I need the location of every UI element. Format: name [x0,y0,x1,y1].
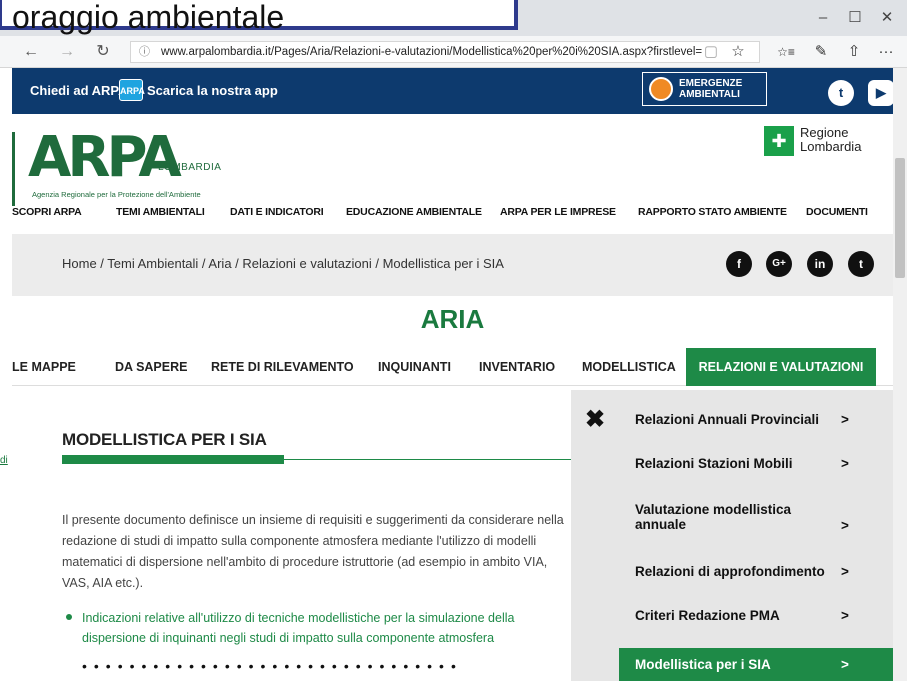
forward-icon[interactable]: → [56,40,78,64]
logo-text: ARPA [28,125,182,190]
logo-region: LOMBARDIA [158,162,222,173]
overlay-caption: oraggio ambientale [0,0,518,34]
nav-documenti[interactable]: DOCUMENTI [806,206,868,218]
section-subnav: LE MAPPE DA SAPERE RETE DI RILEVAMENTO I… [12,348,893,386]
page-title: ARIA [420,304,485,334]
pen-icon[interactable]: ✎ [810,40,832,64]
bullet-icon [66,614,72,620]
document-link[interactable]: Indicazioni relative all'utilizzo di tec… [62,608,574,648]
more-icon[interactable]: ··· [875,40,897,64]
site-info-icon[interactable]: ⓘ [139,42,150,62]
facebook-icon[interactable]: f [726,251,752,277]
regione-icon: ✚ [764,126,794,156]
nav-scopri-arpa[interactable]: SCOPRI ARPA [12,206,82,218]
favorites-hub-icon[interactable]: ☆≡ [775,40,797,64]
close-window-button[interactable]: ✕ [872,6,902,30]
dotted-separator: •••••••••••••••••••••••••••••••• [82,658,463,674]
side-item-label: Modellistica per i SIA [635,657,771,672]
emergency-button[interactable]: EMERGENZE AMBIENTALI [642,72,767,106]
scrollbar-thumb[interactable] [895,158,905,278]
breadcrumb-band: Home / Temi Ambientali / Aria / Relazion… [12,234,893,296]
reading-view-icon[interactable]: ▢ [700,40,722,64]
linkedin-icon[interactable]: in [807,251,833,277]
chevron-right-icon: > [841,657,849,672]
side-item-label: Relazioni Stazioni Mobili [635,456,793,471]
gutter-link[interactable]: di [0,455,8,466]
emergency-label: EMERGENZE AMBIENTALI [679,78,743,100]
logo-subtitle: Agenzia Regionale per la Protezione dell… [32,190,201,199]
favorite-star-icon[interactable]: ☆ [727,40,749,64]
regione-label: Regione Lombardia [800,125,862,154]
tab-le-mappe[interactable]: LE MAPPE [12,360,76,374]
side-menu: ✖ Relazioni Annuali Provinciali > Relazi… [571,390,893,681]
caption-text: oraggio ambientale [12,0,285,35]
web-page: Chiedi ad ARPA | ARPA Scarica la nostra … [12,68,893,681]
download-app-link[interactable]: Scarica la nostra app [147,83,278,98]
tab-relazioni-valutazioni[interactable]: RELAZIONI E VALUTAZIONI [686,348,876,386]
twitter-icon[interactable]: t [828,80,854,106]
nav-arpa-imprese[interactable]: ARPA PER LE IMPRESE [500,206,616,218]
youtube-icon[interactable]: ▶ [868,80,893,106]
side-item-label: Relazioni Annuali Provinciali [635,412,820,427]
nav-educazione-ambientale[interactable]: EDUCAZIONE AMBIENTALE [346,206,482,218]
share-icon[interactable]: ⇧ [843,40,865,64]
refresh-icon[interactable]: ↻ [92,40,114,64]
tab-inventario[interactable]: INVENTARIO [479,360,555,374]
tab-rete-rilevamento[interactable]: RETE DI RILEVAMENTO [211,360,354,374]
address-bar: ← → ↻ ⓘ www.arpalombardia.it/Pages/Aria/… [0,36,907,68]
back-icon[interactable]: ← [20,40,42,64]
close-menu-icon[interactable]: ✖ [585,408,605,432]
chevron-right-icon: > [841,608,849,623]
content-title: MODELLISTICA PER I SIA [62,430,267,449]
chevron-right-icon: > [841,456,849,471]
content-description: Il presente documento definisce un insie… [62,513,564,590]
nav-dati-indicatori[interactable]: DATI E INDICATORI [230,206,324,218]
breadcrumb[interactable]: Home / Temi Ambientali / Aria / Relazion… [62,256,504,271]
side-item-modellistica-sia[interactable]: Modellistica per i SIA > [619,648,893,681]
maximize-button[interactable]: ☐ [840,6,870,30]
top-utility-bar: Chiedi ad ARPA | ARPA Scarica la nostra … [12,68,893,114]
nav-rapporto-stato-ambiente[interactable]: RAPPORTO STATO AMBIENTE [638,206,787,218]
vertical-scrollbar[interactable] [893,68,907,681]
chevron-right-icon: > [841,564,849,579]
logo-accent-bar [12,132,15,206]
url-field[interactable]: ⓘ www.arpalombardia.it/Pages/Aria/Relazi… [130,41,760,63]
side-item-label: Valutazione modellistica annuale [635,502,792,532]
tab-inquinanti[interactable]: INQUINANTI [378,360,451,374]
side-item-label: Criteri Redazione PMA [635,608,780,623]
side-item-label: Relazioni di approfondimento [635,564,825,579]
title-divider-accent [62,455,284,464]
chevron-right-icon: > [841,412,849,427]
google-plus-icon[interactable]: G+ [766,251,792,277]
tab-modellistica[interactable]: MODELLISTICA [582,360,676,374]
main-navigation: SCOPRI ARPA TEMI AMBIENTALI DATI E INDIC… [12,206,893,226]
document-link-text[interactable]: Indicazioni relative all'utilizzo di tec… [82,611,514,645]
nav-temi-ambientali[interactable]: TEMI AMBIENTALI [116,206,205,218]
minimize-button[interactable]: – [808,6,838,30]
arpa-app-icon: ARPA [119,79,145,101]
chevron-right-icon: > [841,518,849,533]
civil-protection-icon [649,77,673,101]
tab-da-sapere[interactable]: DA SAPERE [115,360,187,374]
url-text: www.arpalombardia.it/Pages/Aria/Relazion… [161,46,703,58]
arpa-logo[interactable]: ARPA [28,125,182,190]
twitter-share-icon[interactable]: t [848,251,874,277]
